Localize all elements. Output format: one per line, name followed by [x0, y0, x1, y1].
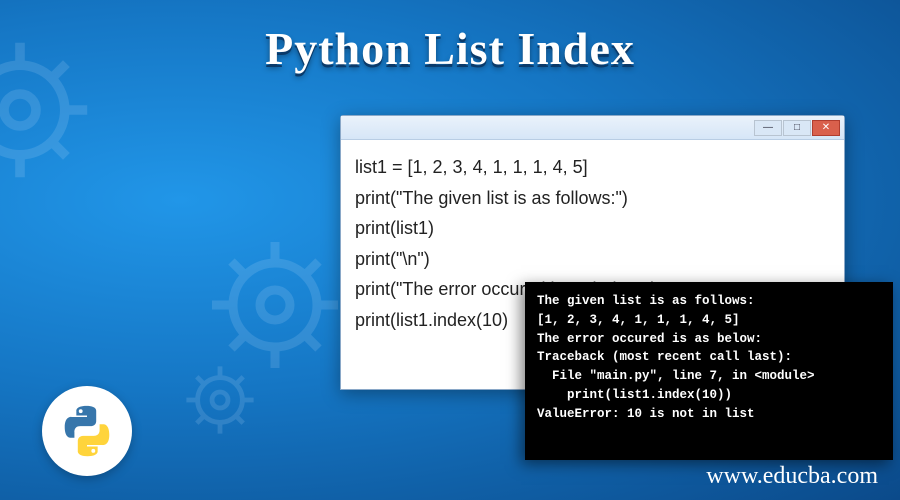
code-line: print("\n") [355, 244, 830, 275]
window-titlebar: — □ ✕ [341, 116, 844, 140]
terminal-line: File "main.py", line 7, in <module> [537, 367, 881, 386]
minimize-button[interactable]: — [754, 120, 782, 136]
terminal-line: print(list1.index(10)) [537, 386, 881, 405]
close-button[interactable]: ✕ [812, 120, 840, 136]
terminal-line: The given list is as follows: [537, 292, 881, 311]
terminal-line: [1, 2, 3, 4, 1, 1, 1, 4, 5] [537, 311, 881, 330]
page-title: Python List Index [0, 22, 900, 75]
code-line: list1 = [1, 2, 3, 4, 1, 1, 1, 4, 5] [355, 152, 830, 183]
terminal-line: ValueError: 10 is not in list [537, 405, 881, 424]
terminal-line: The error occured is as below: [537, 330, 881, 349]
terminal-line: Traceback (most recent call last): [537, 348, 881, 367]
terminal-output: The given list is as follows: [1, 2, 3, … [525, 282, 893, 460]
gear-icon [200, 230, 350, 380]
code-line: print(list1) [355, 213, 830, 244]
maximize-button[interactable]: □ [783, 120, 811, 136]
gear-icon [180, 360, 260, 440]
code-line: print("The given list is as follows:") [355, 183, 830, 214]
site-url: www.educba.com [706, 463, 878, 490]
python-logo-icon [42, 386, 132, 476]
